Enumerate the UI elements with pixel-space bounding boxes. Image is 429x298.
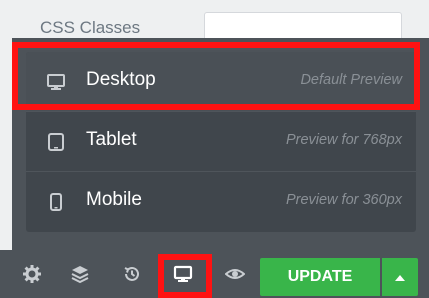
device-name: Tablet — [86, 129, 137, 150]
device-name: Desktop — [86, 69, 156, 90]
bottom-toolbar: UPDATE — [0, 250, 429, 298]
update-button[interactable]: UPDATE — [260, 258, 380, 296]
desktop-icon — [47, 74, 65, 90]
preview-icon[interactable] — [225, 264, 245, 284]
device-item-tablet[interactable]: Tablet Preview for 768px — [26, 112, 416, 172]
device-item-desktop[interactable]: Desktop Default Preview — [26, 52, 416, 112]
mobile-icon — [50, 193, 62, 211]
navigator-icon[interactable] — [70, 264, 90, 284]
responsive-mode-icon[interactable] — [173, 264, 193, 284]
device-mode-popover: Desktop Default Preview Tablet Preview f… — [12, 38, 429, 250]
settings-icon[interactable] — [22, 264, 42, 284]
history-icon[interactable] — [122, 264, 142, 284]
css-classes-label: CSS Classes — [40, 18, 141, 37]
device-description: Default Preview — [300, 72, 402, 88]
device-item-mobile[interactable]: Mobile Preview for 360px — [26, 172, 416, 232]
device-description: Preview for 768px — [285, 132, 402, 148]
device-list: Desktop Default Preview Tablet Preview f… — [26, 52, 416, 232]
device-description: Preview for 360px — [285, 192, 402, 208]
update-options-button[interactable] — [382, 258, 418, 296]
tablet-icon — [48, 133, 64, 151]
device-name: Mobile — [86, 189, 142, 210]
caret-up-icon — [395, 274, 405, 281]
